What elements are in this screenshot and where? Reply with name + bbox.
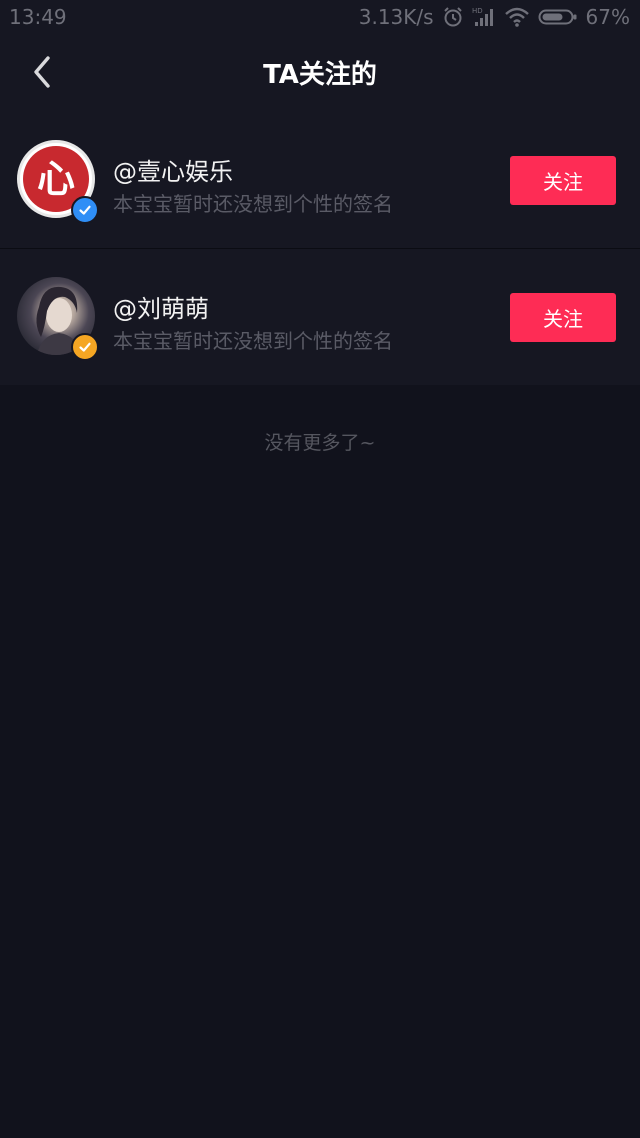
verified-badge-icon	[71, 196, 99, 224]
list-item[interactable]: 心 @壹心娱乐 本宝宝暂时还没想到个性的签名 关注	[0, 112, 640, 248]
following-list: 心 @壹心娱乐 本宝宝暂时还没想到个性的签名 关注 @刘萌萌 本宝宝暂时还没想到…	[0, 112, 640, 385]
user-signature: 本宝宝暂时还没想到个性的签名	[113, 192, 393, 216]
hd-signal-icon: HD	[472, 6, 496, 28]
status-time: 13:49	[9, 5, 67, 29]
username[interactable]: @壹心娱乐	[113, 152, 233, 187]
battery-level: 67%	[585, 5, 630, 29]
end-of-list-text: 没有更多了~	[264, 432, 376, 454]
status-icons: 3.13K/s HD 67%	[359, 5, 630, 29]
avatar-logo-text: 心	[37, 157, 75, 201]
username[interactable]: @刘萌萌	[113, 289, 209, 324]
header: TA关注的	[0, 36, 640, 112]
list-item[interactable]: @刘萌萌 本宝宝暂时还没想到个性的签名 关注	[0, 248, 640, 385]
wifi-icon	[504, 6, 530, 28]
status-bar: 13:49 3.13K/s HD 67%	[0, 0, 640, 36]
verified-badge-icon	[71, 333, 99, 361]
user-signature: 本宝宝暂时还没想到个性的签名	[113, 329, 393, 353]
battery-icon	[538, 7, 578, 27]
network-speed: 3.13K/s	[358, 5, 434, 29]
svg-text:HD: HD	[472, 7, 483, 15]
follow-button[interactable]: 关注	[510, 293, 616, 342]
page-title: TA关注的	[263, 60, 377, 90]
follow-button[interactable]: 关注	[510, 156, 616, 205]
alarm-icon	[442, 6, 464, 28]
